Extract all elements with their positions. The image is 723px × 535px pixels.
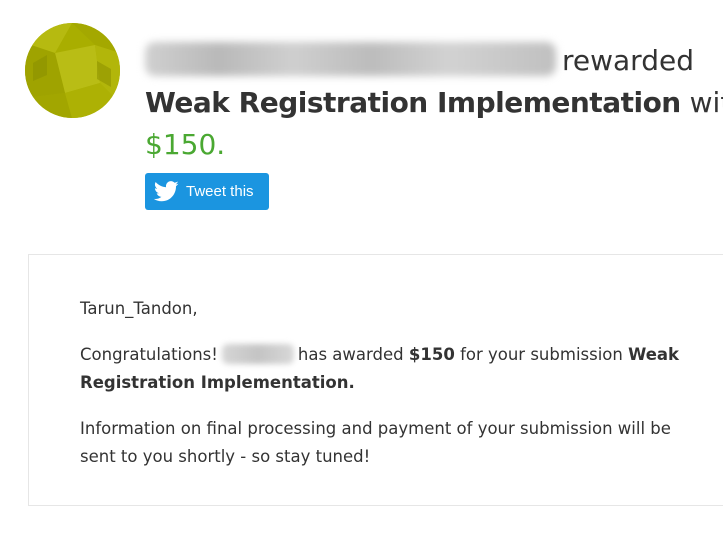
message-amount: $150: [408, 345, 455, 364]
redacted-org-name: [221, 343, 294, 364]
submission-text: for your submission: [460, 345, 623, 364]
reward-amount: $150.: [145, 128, 226, 161]
rewarded-text: rewarded: [562, 44, 694, 77]
awarded-text: has awarded: [297, 345, 404, 364]
twitter-bird-icon: [154, 181, 179, 202]
message-body: Tarun_Tandon, Congratulations! has awarde…: [80, 295, 680, 471]
message-card: Tarun_Tandon, Congratulations! has awarde…: [28, 254, 723, 506]
headline-line-1: rewarded: [145, 40, 723, 82]
reward-headline: rewarded Weak Registration Implementatio…: [145, 40, 723, 166]
congratulations-paragraph: Congratulations! has awarded $150 for you…: [80, 341, 680, 397]
greeting: Tarun_Tandon,: [80, 299, 198, 318]
redacted-program-name: [145, 42, 556, 76]
with-text: with: [689, 86, 723, 119]
tweet-this-label: Tweet this: [186, 183, 254, 200]
congrats-prefix: Congratulations!: [80, 345, 218, 364]
geometric-avatar-icon: [25, 23, 120, 118]
info-paragraph: Information on final processing and paym…: [80, 419, 671, 466]
tweet-this-button[interactable]: Tweet this: [145, 173, 269, 210]
report-title-link[interactable]: Weak Registration Implementation: [145, 86, 681, 119]
program-avatar[interactable]: [25, 23, 120, 118]
headline-line-2: Weak Registration Implementation with: [145, 82, 723, 124]
reward-notification: rewarded Weak Registration Implementatio…: [0, 0, 723, 535]
headline-line-3: $150.: [145, 124, 723, 166]
